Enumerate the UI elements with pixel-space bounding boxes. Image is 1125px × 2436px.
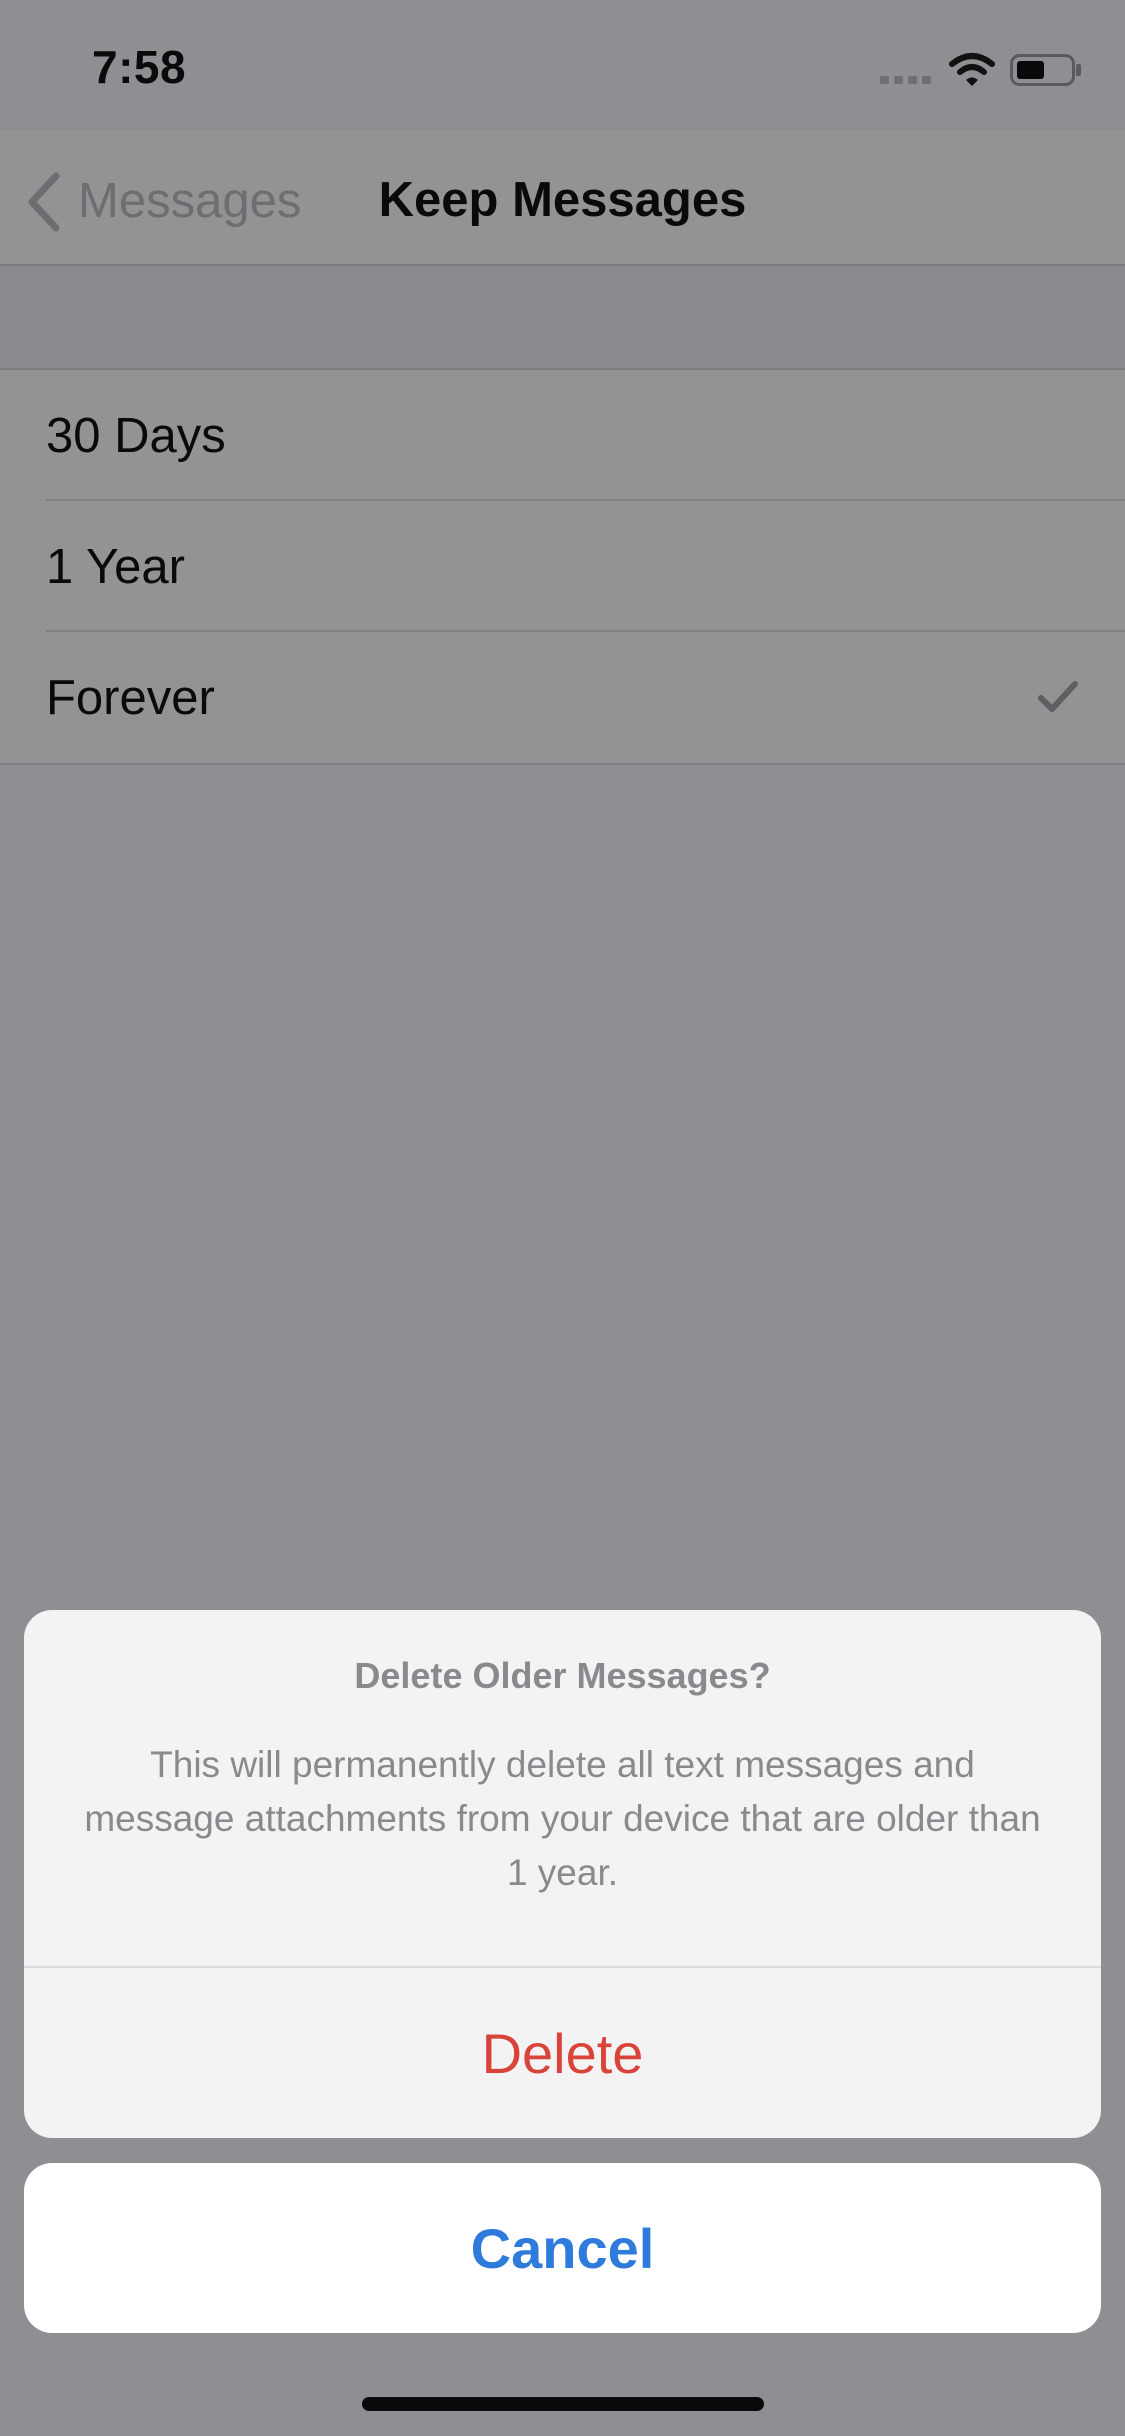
option-label: 30 Days (46, 409, 226, 463)
signal-dots-icon (880, 76, 932, 84)
action-sheet-message: This will permanently delete all text me… (84, 1744, 1041, 1893)
keep-messages-options: 30 Days 1 Year Forever (0, 370, 1125, 763)
page-title: Keep Messages (378, 173, 747, 227)
option-forever[interactable]: Forever (0, 632, 1125, 763)
wifi-icon (948, 52, 996, 88)
status-time: 7:58 (92, 41, 187, 93)
home-indicator[interactable] (362, 2397, 764, 2411)
option-label: Forever (46, 671, 215, 725)
action-sheet-title: Delete Older Messages? (354, 1655, 771, 1696)
delete-button[interactable]: Delete (24, 1968, 1101, 2138)
option-30-days[interactable]: 30 Days (0, 370, 1125, 501)
cancel-button[interactable]: Cancel (24, 2163, 1101, 2333)
option-label: 1 Year (46, 540, 185, 594)
action-sheet: Delete Older Messages? This will permane… (24, 1610, 1101, 2138)
option-1-year[interactable]: 1 Year (0, 501, 1125, 632)
checkmark-icon (1037, 680, 1079, 714)
list-bottom-divider (0, 763, 1125, 765)
section-spacer (0, 266, 1125, 369)
battery-icon (1010, 54, 1082, 86)
